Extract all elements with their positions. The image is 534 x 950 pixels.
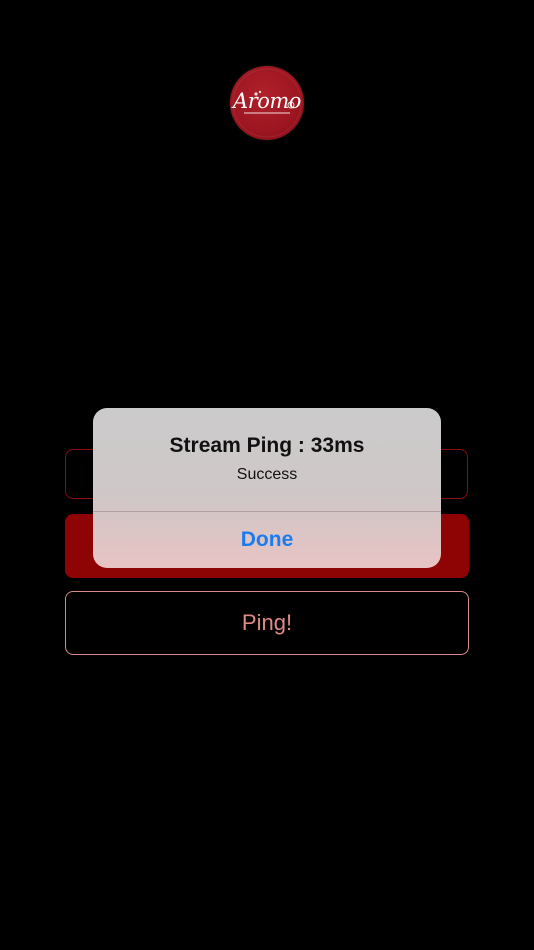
ping-button[interactable]: Ping! bbox=[65, 591, 469, 655]
alert-title: Stream Ping : 33ms bbox=[169, 434, 365, 457]
done-button[interactable]: Done bbox=[93, 512, 441, 568]
logo-wordmark: Aromo bbox=[233, 89, 301, 113]
app-logo: Aromo bbox=[230, 66, 304, 140]
app-screen: Aromo Ping! Stream Ping : 33ms Success D… bbox=[0, 0, 534, 950]
alert-message: Success bbox=[236, 466, 298, 483]
ping-result-alert: Stream Ping : 33ms Success Done bbox=[93, 408, 441, 568]
